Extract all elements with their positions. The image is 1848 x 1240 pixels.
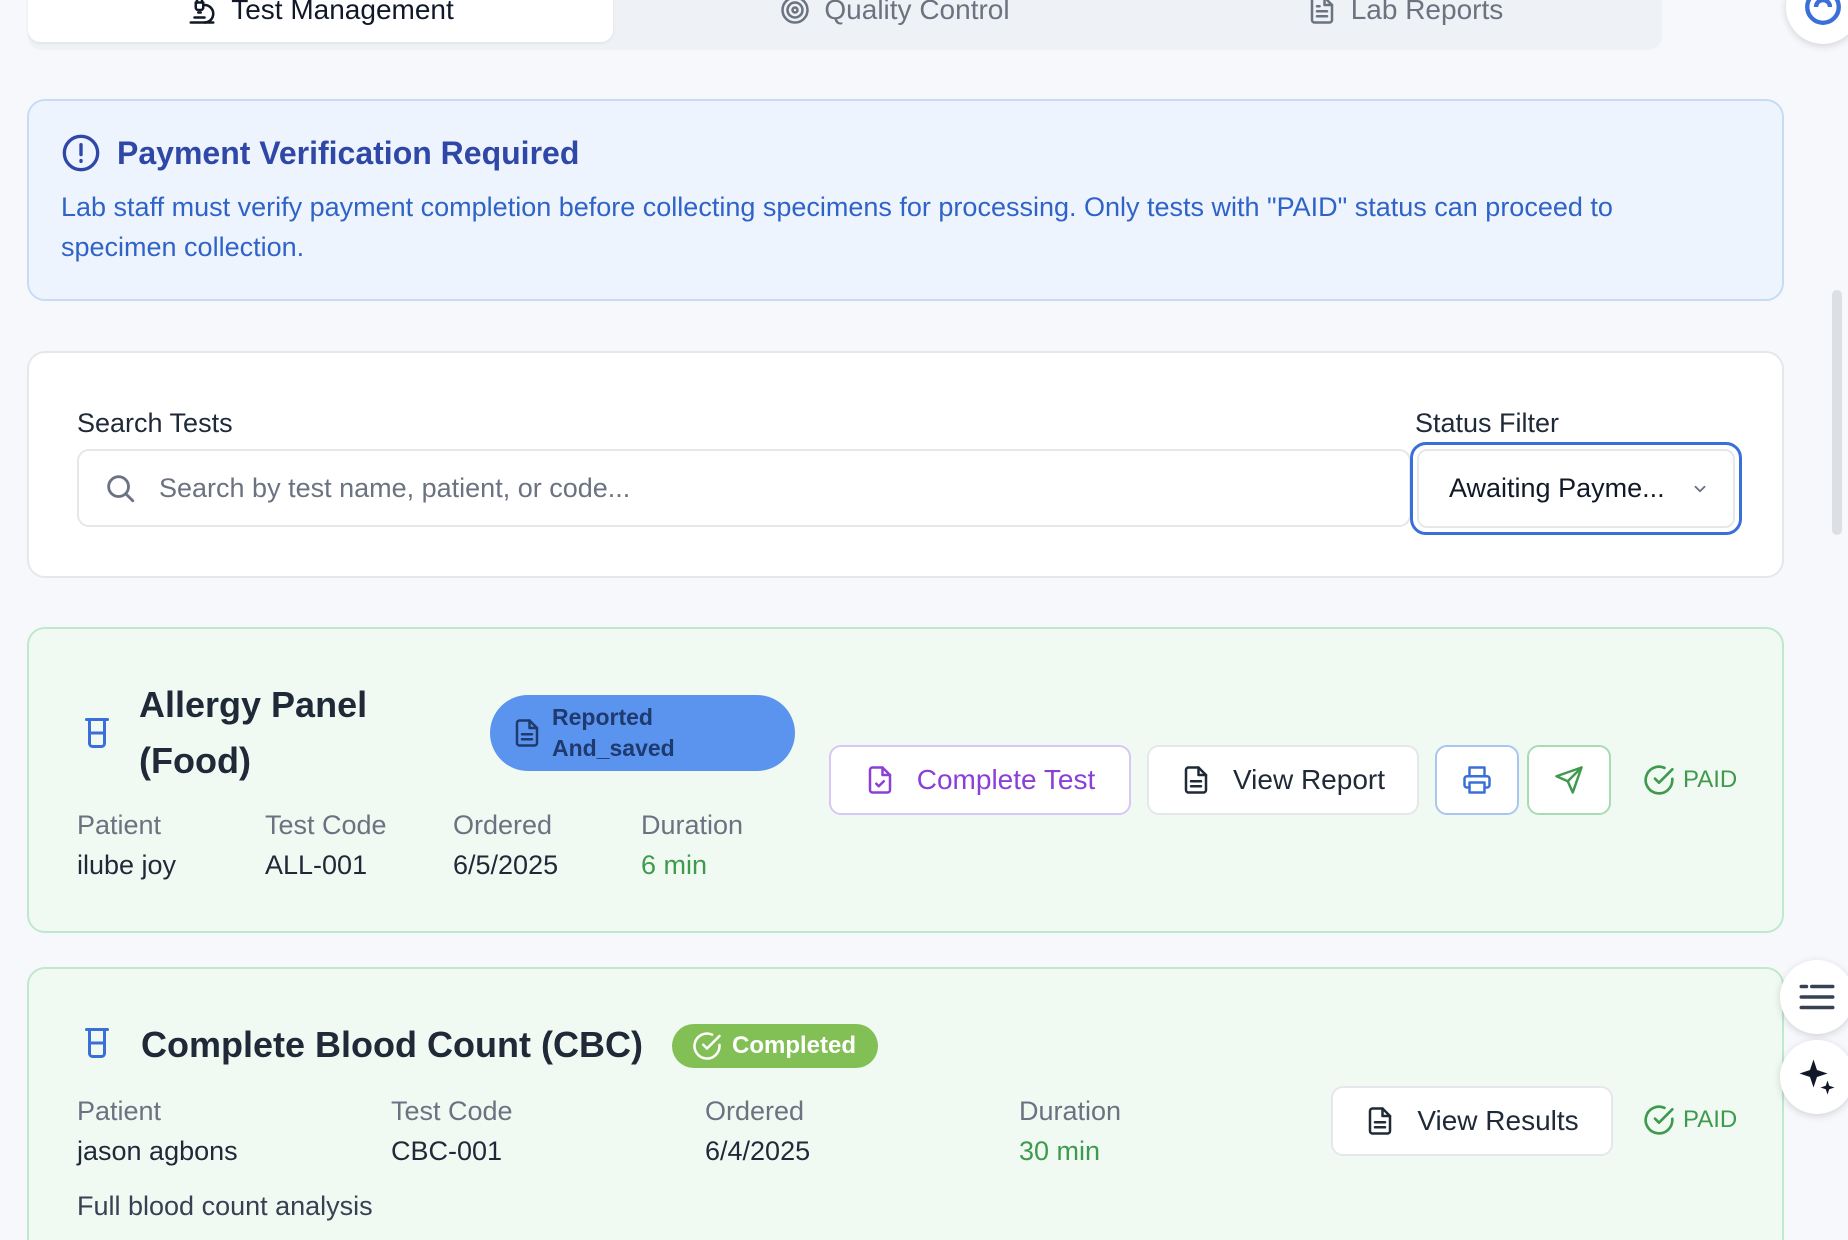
scrollbar-thumb[interactable] — [1832, 290, 1842, 535]
search-label: Search Tests — [77, 408, 233, 438]
test-description: Full blood count analysis — [77, 1191, 373, 1221]
filter-card: Search Tests Status Filter Awaiting Paym… — [27, 351, 1784, 578]
meta-test-code: Test Code CBC-001 — [391, 1091, 513, 1171]
button-label: View Results — [1417, 1105, 1579, 1136]
ordered-date: 6/5/2025 — [453, 850, 559, 880]
status-badge: Completed — [672, 1024, 879, 1068]
alert-title-text: Payment Verification Required — [117, 134, 580, 171]
meta-patient: Patient jason agbons — [77, 1091, 238, 1171]
duration-value: 30 min — [1019, 1136, 1101, 1166]
send-icon — [1555, 766, 1583, 794]
tab-label: Test Management — [231, 0, 454, 25]
payment-alert: Payment Verification Required Lab staff … — [27, 99, 1784, 301]
printer-icon — [1463, 766, 1491, 794]
meta-duration: Duration 6 min — [641, 805, 743, 885]
button-label: View Report — [1232, 764, 1385, 795]
assistant-button[interactable] — [1786, 0, 1848, 44]
assistant-icon — [1805, 0, 1841, 25]
file-text-icon — [1184, 766, 1208, 794]
view-report-button[interactable]: View Report — [1147, 745, 1419, 815]
sparkle-icon — [1799, 1059, 1835, 1095]
payment-status: PAID — [1643, 764, 1737, 796]
meta-label: Duration — [641, 810, 744, 840]
check-circle-icon — [1644, 1105, 1674, 1135]
meta-label: Ordered — [453, 810, 553, 840]
search-icon — [107, 475, 135, 503]
file-text-icon — [1369, 1107, 1392, 1135]
status-filter-select[interactable]: Awaiting Payme... — [1410, 442, 1742, 535]
target-icon — [781, 0, 810, 24]
tab-test-management[interactable]: Test Management — [28, 0, 613, 42]
payment-status-text: PAID — [1683, 1106, 1738, 1133]
payment-status-text: PAID — [1683, 766, 1738, 793]
status-filter-control[interactable]: Awaiting Payme... — [1417, 449, 1735, 528]
meta-test-code: Test Code ALL-001 — [265, 805, 387, 885]
alert-body: Lab staff must verify payment completion… — [61, 192, 1613, 262]
file-text-icon — [1310, 0, 1333, 24]
test-name-line: Allergy Panel — [139, 684, 368, 725]
send-button[interactable] — [1527, 745, 1611, 815]
meta-label: Test Code — [391, 1096, 513, 1126]
patient-name: jason agbons — [77, 1136, 238, 1166]
status-badge-text: Completed — [732, 1032, 857, 1059]
meta-label: Patient — [77, 1096, 162, 1126]
test-name: Complete Blood Count (CBC) — [141, 1024, 643, 1065]
payment-status: PAID — [1643, 1104, 1737, 1136]
status-badge: Reported And_saved — [490, 695, 795, 771]
print-button[interactable] — [1435, 745, 1519, 815]
test-card: Allergy Panel (Food) Reported And_saved … — [27, 627, 1784, 933]
meta-patient: Patient ilube joy — [77, 805, 176, 885]
status-filter-value: Awaiting Payme... — [1449, 473, 1665, 503]
button-label: Complete Test — [916, 764, 1096, 795]
test-tube-icon-wrap — [79, 715, 115, 756]
test-tube-icon — [85, 718, 109, 748]
test-card: Complete Blood Count (CBC) Completed Pat… — [27, 967, 1784, 1240]
ordered-date: 6/4/2025 — [705, 1136, 811, 1166]
meta-ordered: Ordered 6/4/2025 — [705, 1091, 810, 1171]
status-badge-line: Reported — [552, 704, 653, 730]
status-filter-label: Status Filter — [1415, 408, 1560, 438]
meta-label: Duration — [1019, 1096, 1122, 1126]
meta-ordered: Ordered 6/5/2025 — [453, 805, 558, 885]
patient-name: ilube joy — [77, 850, 177, 880]
search-field[interactable] — [77, 449, 1411, 527]
view-results-button[interactable]: View Results — [1331, 1086, 1613, 1156]
test-name: Allergy Panel (Food) — [139, 677, 367, 789]
alert-circle-icon — [62, 134, 100, 172]
tab-label: Quality Control — [824, 0, 1010, 25]
tab-bar: Test Management Quality Control Lab Repo… — [28, 0, 1662, 50]
file-text-icon — [515, 719, 539, 747]
check-circle-icon — [693, 1032, 721, 1060]
tab-lab-reports[interactable]: Lab Reports — [1150, 0, 1660, 42]
chevron-down-icon — [1694, 485, 1706, 492]
meta-label: Ordered — [705, 1096, 805, 1126]
status-badge-line: And_saved — [552, 735, 675, 761]
meta-duration: Duration 30 min — [1019, 1091, 1121, 1171]
test-name-line: (Food) — [139, 740, 251, 781]
meta-label: Test Code — [265, 810, 387, 840]
test-tube-icon-wrap — [79, 1025, 115, 1066]
test-tube-icon — [85, 1028, 109, 1058]
meta-label: Patient — [77, 810, 162, 840]
alert-title: Payment Verification Required — [61, 133, 1750, 173]
tab-label: Lab Reports — [1350, 0, 1504, 25]
tab-quality-control[interactable]: Quality Control — [640, 0, 1150, 42]
microscope-icon — [189, 0, 215, 24]
complete-test-button[interactable]: Complete Test — [829, 745, 1131, 815]
test-code: ALL-001 — [265, 850, 368, 880]
test-code: CBC-001 — [391, 1136, 503, 1166]
search-input[interactable] — [159, 472, 1359, 504]
ai-sparkle-button[interactable] — [1780, 1040, 1848, 1114]
file-check-icon — [868, 766, 892, 794]
duration-value: 6 min — [641, 850, 708, 880]
check-circle-icon — [1644, 765, 1674, 795]
quote-notes-button[interactable] — [1780, 960, 1848, 1034]
quote-list-icon — [1799, 984, 1835, 1010]
